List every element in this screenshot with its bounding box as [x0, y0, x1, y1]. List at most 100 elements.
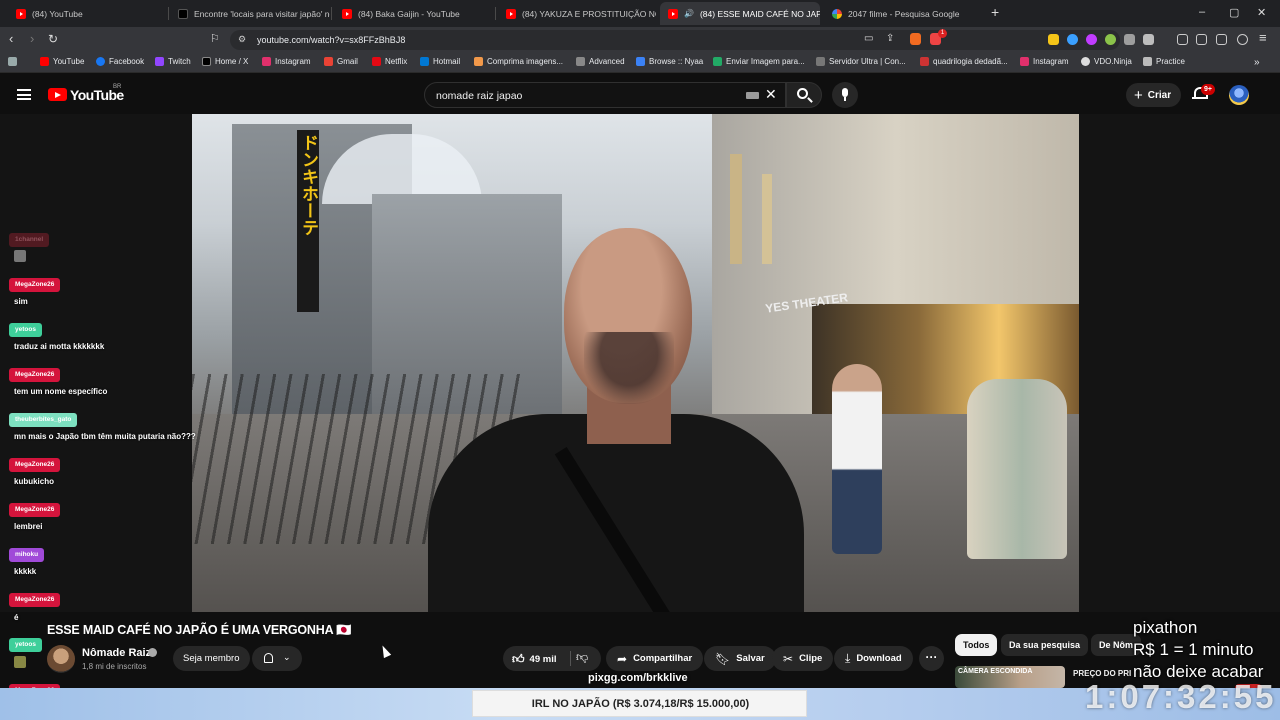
bookmark-instagram[interactable]: Instagram [1020, 57, 1069, 66]
maximize-button[interactable]: ▢ [1229, 6, 1239, 19]
browser-menu-icon[interactable]: ≡ [1259, 31, 1267, 45]
puzzle-icon[interactable] [1124, 34, 1135, 45]
share-icon[interactable]: ⇪ [886, 33, 894, 44]
tiktok-icon [178, 8, 188, 19]
wallet-icon[interactable] [1216, 34, 1227, 45]
bookmark-label: Enviar Imagem para... [726, 57, 805, 66]
youtube-logo-icon[interactable] [48, 88, 67, 101]
extension-icon[interactable] [1143, 34, 1154, 45]
clear-search-icon[interactable]: ✕ [765, 86, 777, 103]
browser-tab-active[interactable]: 🔊 (84) ESSE MAID CAFÉ NO JAP ✕ [660, 2, 820, 25]
stream-timer: 1:07:32:55 [1085, 678, 1277, 715]
extension-icon[interactable] [1086, 34, 1097, 45]
bookmark-youtube[interactable]: YouTube [40, 57, 84, 66]
pixathon-overlay: pixathon R$ 1 = 1 minuto não deixe acaba… [1133, 617, 1263, 683]
search-input[interactable]: nomade raiz japao ✕ [424, 82, 786, 108]
instagram-icon [262, 57, 271, 66]
browser-tab[interactable]: (84) YouTube [8, 2, 168, 25]
browser-toolbar: ‹ › ↻ ⚐ ⚙ youtube.com/watch?v=sx8FFzBhBJ… [0, 27, 1280, 53]
bookmark-practice[interactable]: Practice [1143, 57, 1185, 66]
bookmark-nyaa[interactable]: Browse :: Nyaa [636, 57, 703, 66]
account-avatar[interactable] [1229, 85, 1249, 105]
clip-button[interactable]: ✂ Clipe [772, 646, 834, 671]
youtube-icon [40, 57, 49, 66]
browser-tab[interactable]: (84) YAKUZA E PROSTITUIÇÃO NO JA [498, 2, 656, 25]
bookmark-instagram[interactable]: Instagram [262, 57, 311, 66]
address-bar[interactable]: ⚙ youtube.com/watch?v=sx8FFzBhBJ8 ▭ ⇪ 1 [230, 29, 1120, 50]
bookmark-vdo-ninja[interactable]: VDO.Ninja [1081, 57, 1132, 66]
chat-username: theuberbites_gato [9, 413, 78, 427]
search-button[interactable] [786, 82, 822, 108]
keyboard-icon[interactable] [746, 92, 759, 99]
google-icon [832, 8, 842, 19]
bookmark-label: Twitch [168, 57, 191, 66]
new-tab-button[interactable]: + [991, 4, 999, 20]
bookmark-x[interactable]: Home / X [202, 57, 248, 66]
brave-shield-icon[interactable] [910, 33, 921, 45]
more-actions-button[interactable]: ··· [919, 646, 944, 671]
reload-icon[interactable]: ↻ [48, 32, 58, 46]
bookmark-gmail[interactable]: Gmail [324, 57, 358, 66]
forward-icon[interactable]: › [30, 32, 34, 46]
bookmark-quadrilogia[interactable]: quadrilogia dedadã... [920, 57, 1008, 66]
extension-icon[interactable] [1067, 34, 1078, 45]
media-icon[interactable] [1177, 34, 1188, 45]
chip-from-search[interactable]: Da sua pesquisa [1001, 634, 1089, 656]
hamburger-menu-icon[interactable] [17, 89, 31, 100]
sidebar-icon[interactable] [1196, 34, 1207, 45]
bookmark-enviar-imagem[interactable]: Enviar Imagem para... [713, 57, 805, 66]
search-query: nomade raiz japao [436, 90, 523, 102]
apps-icon[interactable] [8, 57, 17, 66]
save-button[interactable]: 🔖︎ Salvar [704, 646, 776, 671]
bookmark-comprima[interactable]: Comprima imagens... [474, 57, 563, 66]
save-label: Salvar [736, 653, 765, 664]
chevron-down-icon: ⌄ [283, 652, 291, 662]
share-arrow-icon: ➦ [617, 651, 628, 666]
back-icon[interactable]: ‹ [9, 32, 13, 46]
bookmark-netflix[interactable]: Netflix [372, 57, 407, 66]
bookmark-icon[interactable]: ⚐ [210, 32, 220, 46]
browser-tab[interactable]: Encontre 'locais para visitar japão' no [170, 2, 330, 25]
voice-search-button[interactable] [832, 82, 858, 108]
close-window-button[interactable]: ✕ [1257, 6, 1266, 19]
bookmark-label: Comprima imagens... [487, 57, 564, 66]
like-count: 49 mil [529, 654, 557, 665]
chat-username: MegaZone26 [9, 368, 61, 382]
bookmark-hotmail[interactable]: Hotmail [420, 57, 460, 66]
bookmark-twitch[interactable]: Twitch [155, 57, 191, 66]
browser-tab[interactable]: 2047 filme - Pesquisa Google [824, 2, 984, 25]
chat-emote-icon [14, 250, 26, 262]
vertical-banner [730, 154, 742, 264]
chat-emote-icon [14, 656, 26, 668]
more-bookmarks-icon[interactable]: » [1254, 57, 1260, 68]
pixathon-line: R$ 1 = 1 minuto [1133, 640, 1254, 659]
extension-icon[interactable] [1105, 34, 1116, 45]
site-info-icon[interactable]: ⚙ [238, 34, 246, 45]
dislike-button[interactable]: 👎︎ [576, 650, 588, 665]
donation-url: pixgg.com/brkklive [588, 672, 688, 684]
minimize-button[interactable]: – [1199, 6, 1205, 18]
pedestrians-group [967, 379, 1067, 559]
video-frame[interactable]: ドンキホーテ YES THEATER [192, 114, 1079, 612]
bookmark-servidor[interactable]: Servidor Ultra | Con... [816, 57, 906, 66]
like-button[interactable]: 👍︎ 49 mil [512, 652, 556, 667]
join-button[interactable]: Seja membro [173, 646, 250, 671]
share-button[interactable]: ➦ Compartilhar [606, 646, 704, 671]
channel-name[interactable]: Nômade Raiz [82, 647, 151, 659]
extension-icon[interactable] [1048, 34, 1059, 45]
tab-separator [168, 7, 169, 20]
bookmark-advanced[interactable]: Advanced [576, 57, 625, 66]
cast-icon[interactable]: ▭ [864, 33, 873, 44]
vpn-icon[interactable] [1237, 34, 1248, 45]
channel-avatar[interactable] [47, 645, 75, 673]
chip-all[interactable]: Todos [955, 634, 998, 656]
youtube-icon [16, 8, 26, 19]
video-player[interactable]: ドンキホーテ YES THEATER [0, 114, 1280, 710]
browser-tab[interactable]: (84) Baka Gaijin - YouTube [334, 2, 494, 25]
bookmark-facebook[interactable]: Facebook [96, 57, 144, 66]
download-button[interactable]: ⤓ Download [834, 646, 913, 671]
chat-username: MegaZone26 [9, 278, 61, 292]
subscription-bell-button[interactable]: ⌄ [252, 646, 302, 671]
mouse-cursor-icon [378, 643, 392, 659]
create-button[interactable]: + Criar [1126, 83, 1182, 107]
